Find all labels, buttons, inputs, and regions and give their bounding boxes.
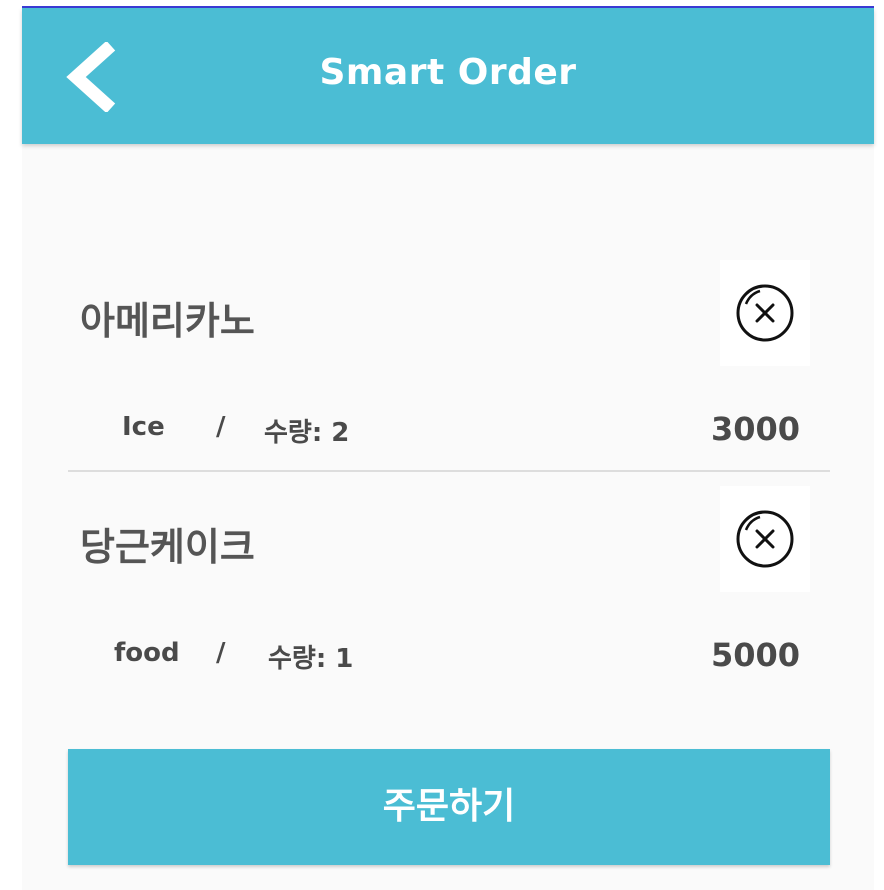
order-item: 당근케이크 food / 수량: 1 5000 [68, 486, 830, 686]
place-order-button[interactable]: 주문하기 [68, 749, 830, 865]
close-circle-icon [736, 510, 794, 568]
item-quantity: 수량: 2 [264, 418, 350, 448]
app-screen: Smart Order 아메리카노 Ice / 수량: 2 3000 당근케이크 [22, 8, 874, 890]
item-name: 아메리카노 [80, 299, 255, 343]
item-price: 5000 [710, 636, 800, 674]
remove-item-button[interactable] [720, 486, 810, 592]
item-option: Ice [122, 412, 165, 442]
item-price: 3000 [710, 410, 800, 448]
item-quantity: 수량: 1 [268, 644, 354, 674]
item-option: food [114, 638, 180, 668]
item-separator: / [216, 412, 226, 442]
close-circle-icon [736, 284, 794, 342]
order-item: 아메리카노 Ice / 수량: 2 3000 [68, 260, 830, 460]
item-divider [68, 470, 830, 472]
remove-item-button[interactable] [720, 260, 810, 366]
page-title: Smart Order [319, 52, 577, 93]
toolbar: Smart Order [22, 8, 874, 144]
item-name: 당근케이크 [80, 525, 255, 569]
item-separator: / [216, 638, 226, 668]
